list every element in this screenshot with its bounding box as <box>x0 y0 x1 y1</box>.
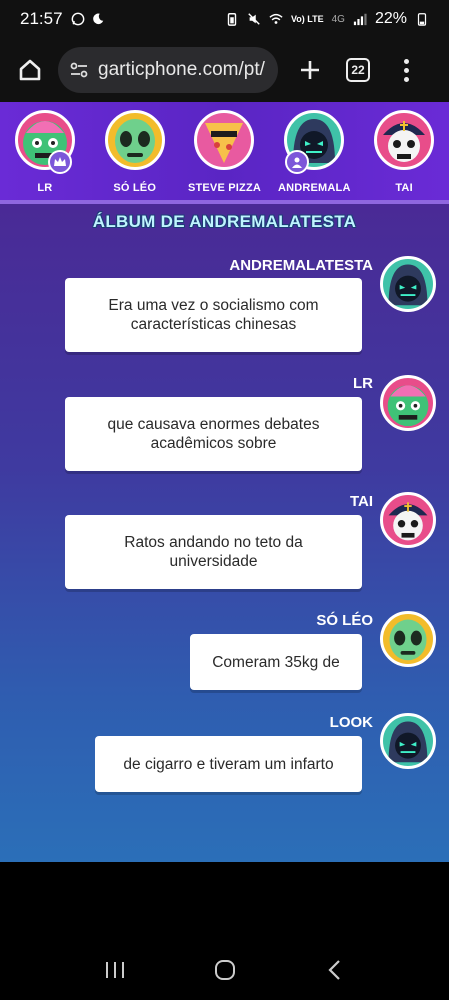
entry-text: de cigarro e tiveram um infarto <box>123 755 334 773</box>
status-time: 21:57 <box>20 9 63 28</box>
entry-text: Era uma vez o socialismo com característ… <box>108 297 319 333</box>
player-name: STEVE PIZZA <box>187 182 262 194</box>
wifi-icon <box>269 13 283 24</box>
player-andremala[interactable]: ANDREMALA <box>269 102 359 200</box>
avatar <box>104 110 165 170</box>
avatar <box>380 713 436 769</box>
user-icon <box>285 150 310 174</box>
avatar <box>194 110 255 170</box>
new-tab-button[interactable] <box>292 52 328 88</box>
battery-saver-icon <box>227 13 237 26</box>
home-icon <box>19 59 41 81</box>
recent-apps-button[interactable] <box>104 960 126 985</box>
album-view: ÁLBUM DE ANDREMALATESTA ANDREMALATESTA E… <box>0 204 449 862</box>
avatar <box>380 375 436 431</box>
home-circle-icon <box>215 960 236 980</box>
entry-text-bubble: Ratos andando no teto da universidade <box>65 515 362 589</box>
entry-text: Comeram 35kg de <box>212 653 340 671</box>
reaper-avatar-icon <box>388 264 428 306</box>
entry-text-bubble: Era uma vez o socialismo com característ… <box>65 278 362 352</box>
entry-text-bubble: que causava enormes debates acadêmicos s… <box>65 397 362 471</box>
entry-author: LOOK <box>329 714 373 731</box>
entry-author: LR <box>353 375 373 392</box>
dot-icon <box>403 58 409 64</box>
player-name: TAI <box>395 182 413 194</box>
browser-toolbar: garticphone.com/pt/ 22 <box>0 38 449 102</box>
network-type: 4G <box>331 13 345 25</box>
home-button[interactable] <box>12 52 48 88</box>
player-lr[interactable]: LR <box>0 102 90 200</box>
url-text: garticphone.com/pt/ <box>98 59 265 80</box>
reaper-avatar-icon <box>388 721 428 763</box>
players-strip: LR SÓ LÉO STEVE PIZZA ANDREMALA TAI <box>0 102 449 204</box>
entry-text: Ratos andando no teto da universidade <box>124 534 303 570</box>
plus-icon <box>301 61 319 79</box>
alien-avatar-icon <box>389 619 427 661</box>
status-bar: 21:57 Vo) LTE 4G 22% <box>0 0 449 38</box>
entry-author: SÓ LÉO <box>316 612 373 629</box>
battery-icon <box>417 13 427 26</box>
address-bar[interactable]: garticphone.com/pt/ <box>58 47 278 93</box>
dot-icon <box>403 67 409 73</box>
volte-label: Vo) LTE <box>290 13 324 24</box>
avatar <box>380 492 436 548</box>
back-button[interactable] <box>325 959 345 986</box>
pizza-avatar-icon <box>205 123 244 163</box>
home-nav-button[interactable] <box>213 958 237 987</box>
back-icon <box>328 960 340 980</box>
entry-author: ANDREMALATESTA <box>229 257 373 274</box>
avatar <box>374 110 435 170</box>
album-title: ÁLBUM DE ANDREMALATESTA <box>92 212 357 231</box>
more-menu-button[interactable] <box>400 58 412 82</box>
entry-text-bubble: de cigarro e tiveram um infarto <box>95 736 362 792</box>
signal-icon <box>353 13 367 26</box>
avatar <box>380 611 436 667</box>
skull-pirate-avatar-icon <box>383 121 426 162</box>
dot-icon <box>403 76 409 82</box>
recent-apps-icon <box>105 962 124 978</box>
alien-avatar-icon <box>114 119 155 163</box>
avatar <box>380 256 436 312</box>
tab-switcher-button[interactable]: 22 <box>346 58 370 82</box>
battery-percent: 22% <box>374 10 407 27</box>
mute-icon <box>248 13 260 25</box>
crown-icon <box>48 150 72 174</box>
player-tai[interactable]: TAI <box>359 102 449 200</box>
site-settings-icon[interactable] <box>68 59 90 81</box>
entry-text: que causava enormes debates acadêmicos s… <box>107 416 320 452</box>
entry-text-bubble: Comeram 35kg de <box>190 634 362 690</box>
whatsapp-icon <box>71 12 84 26</box>
system-nav-bar <box>0 945 449 1000</box>
entry-author: TAI <box>349 493 373 510</box>
zombie-avatar-icon <box>387 385 429 427</box>
player-name: ANDREMALA <box>277 182 351 194</box>
empty-area <box>0 862 449 945</box>
moon-icon <box>92 13 103 25</box>
player-steve-pizza[interactable]: STEVE PIZZA <box>180 102 270 200</box>
player-name: SÓ LÉO <box>113 182 157 194</box>
skull-pirate-avatar-icon <box>388 502 428 541</box>
player-name: LR <box>37 182 53 194</box>
player-so-leo[interactable]: SÓ LÉO <box>90 102 180 200</box>
